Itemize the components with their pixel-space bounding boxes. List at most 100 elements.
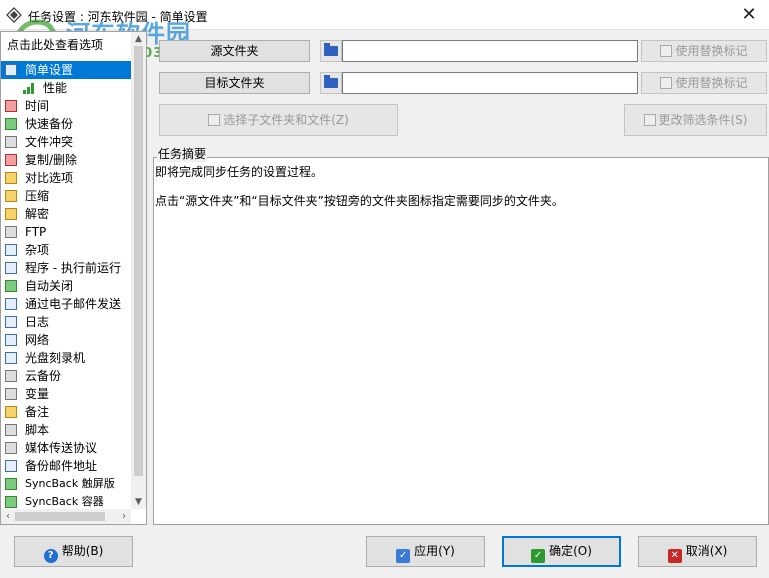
sidebar-item-label: 压缩 [25, 189, 50, 203]
shutdown-icon [5, 280, 17, 292]
source-replace-marker-button[interactable]: 使用替换标记 [641, 40, 767, 62]
vertical-scrollbar[interactable]: ▲ ▼ [131, 32, 146, 509]
ok-label: 确定(O) [549, 544, 592, 558]
lock-icon [5, 208, 17, 220]
sidebar-item-label: 日志 [25, 315, 50, 329]
email-icon [5, 298, 17, 310]
ok-check-icon: ✓ [531, 549, 546, 563]
scroll-right-icon[interactable]: › [117, 509, 131, 524]
sidebar-item[interactable]: 文件冲突 [1, 133, 131, 151]
sidebar-item[interactable]: 杂项 [1, 241, 131, 259]
sidebar-item-label: 文件冲突 [25, 135, 74, 149]
log-icon [5, 316, 17, 328]
sidebar-item[interactable]: SyncBack 触屏版 [1, 475, 131, 493]
sidebar-item-label: SyncBack 容器 [25, 495, 104, 508]
media-icon [5, 442, 17, 454]
replace-marker-icon [660, 77, 673, 89]
network-icon [5, 334, 17, 346]
sidebar-item-label: SyncBack 触屏版 [25, 477, 115, 490]
sidebar-item[interactable]: 时间 [1, 97, 131, 115]
target-folder-button[interactable]: 目标文件夹 [159, 72, 310, 94]
sidebar-item[interactable]: 通过电子邮件发送 [1, 295, 131, 313]
ok-button[interactable]: ✓ 确定(O) [502, 536, 621, 567]
sidebar-item[interactable]: 脚本 [1, 421, 131, 439]
sidebar-item[interactable]: 备注 [1, 403, 131, 421]
close-icon: ✕ [741, 4, 757, 25]
sidebar-item-label: 变量 [25, 387, 50, 401]
sidebar-item-label: 自动关闭 [25, 279, 74, 293]
mail-address-icon [5, 460, 17, 472]
source-folder-picker[interactable] [320, 40, 342, 62]
task-summary-panel [153, 157, 769, 525]
archive-icon [5, 190, 17, 202]
source-folder-button[interactable]: 源文件夹 [159, 40, 310, 62]
ftp-icon [5, 226, 17, 238]
sidebar-item[interactable]: 简单设置 [1, 61, 131, 79]
sidebar-item-label: 脚本 [25, 423, 50, 437]
summary-text-line-2: 点击“源文件夹”和“目标文件夹”按钮旁的文件夹图标指定需要同步的文件夹。 [155, 194, 564, 208]
program-icon [5, 262, 17, 274]
sidebar-item[interactable]: 光盘刻录机 [1, 349, 131, 367]
cancel-button[interactable]: ✕ 取消(X) [638, 536, 757, 567]
sidebar-item-label: 杂项 [25, 243, 50, 257]
note-icon [5, 406, 17, 418]
sidebar-item-label: 媒体传送协议 [25, 441, 98, 455]
folder-icon [324, 75, 338, 88]
sidebar-item[interactable]: 网络 [1, 331, 131, 349]
sidebar-item-label: 程序 - 执行前运行 [25, 261, 121, 275]
sidebar-item-label: 对比选项 [25, 171, 74, 185]
sidebar-item[interactable]: 变量 [1, 385, 131, 403]
target-path-input[interactable] [342, 72, 638, 94]
sidebar-item-label: 备注 [25, 405, 50, 419]
task-summary-legend: 任务摘要 [157, 145, 208, 162]
compare-icon [5, 172, 17, 184]
select-subfolders-button[interactable]: 选择子文件夹和文件(Z) [159, 104, 398, 136]
sidebar-item[interactable]: 压缩 [1, 187, 131, 205]
scroll-down-icon[interactable]: ▼ [131, 495, 146, 509]
sidebar-item[interactable]: 媒体传送协议 [1, 439, 131, 457]
apply-button[interactable]: ✓ 应用(Y) [366, 536, 485, 567]
disc-icon [5, 352, 17, 364]
source-path-input[interactable] [342, 40, 638, 62]
app-icon [6, 7, 22, 23]
target-folder-picker[interactable] [320, 72, 342, 94]
scroll-up-icon[interactable]: ▲ [131, 32, 146, 46]
sidebar-item[interactable]: FTP [1, 223, 131, 241]
sidebar-item[interactable]: 云备份 [1, 367, 131, 385]
sidebar-item[interactable]: 日志 [1, 313, 131, 331]
sidebar-item[interactable]: 对比选项 [1, 169, 131, 187]
sidebar-item-label: 备份邮件地址 [25, 459, 98, 473]
help-label: 帮助(B) [61, 544, 104, 558]
options-tree[interactable]: 点击此处查看选项 简单设置 性能 时间 快速备份文件冲突复制/删除对比选项压缩解密 FT… [0, 31, 147, 525]
bar-chart-icon [23, 82, 35, 94]
tree-list: 简单设置 性能 时间 快速备份文件冲突复制/删除对比选项压缩解密 FTP 杂项程序 - 执… [1, 61, 131, 511]
scroll-left-icon[interactable]: ‹ [1, 509, 15, 524]
cloud-icon [5, 370, 17, 382]
change-filter-button[interactable]: 更改筛选条件(S) [624, 104, 767, 136]
sidebar-item[interactable]: 性能 [1, 79, 131, 97]
sidebar-item[interactable]: 自动关闭 [1, 277, 131, 295]
sidebar-item-label: 云备份 [25, 369, 62, 383]
horizontal-scrollbar[interactable]: ‹ › [1, 509, 131, 524]
checkbox-icon [5, 64, 17, 76]
tree-header[interactable]: 点击此处查看选项 [1, 36, 133, 54]
sidebar-item-label: 复制/删除 [25, 153, 78, 167]
target-replace-marker-button[interactable]: 使用替换标记 [641, 72, 767, 94]
sidebar-item[interactable]: 备份邮件地址 [1, 457, 131, 475]
sidebar-item[interactable]: 快速备份 [1, 115, 131, 133]
scroll-thumb-horizontal[interactable] [15, 512, 105, 521]
container-icon [5, 496, 17, 508]
scroll-thumb[interactable] [134, 46, 143, 476]
help-button[interactable]: ? 帮助(B) [14, 536, 133, 567]
sidebar-item[interactable]: 解密 [1, 205, 131, 223]
sidebar-item[interactable]: 程序 - 执行前运行 [1, 259, 131, 277]
help-icon: ? [43, 549, 58, 563]
close-button[interactable]: ✕ [729, 0, 769, 30]
sidebar-item[interactable]: 复制/删除 [1, 151, 131, 169]
filter-icon [643, 114, 656, 126]
arrow-icon [5, 118, 17, 130]
sidebar-item-label: 通过电子邮件发送 [25, 297, 122, 311]
summary-text-line-1: 即将完成同步任务的设置过程。 [155, 165, 324, 179]
sidebar-item-label: 网络 [25, 333, 50, 347]
variable-icon [5, 388, 17, 400]
